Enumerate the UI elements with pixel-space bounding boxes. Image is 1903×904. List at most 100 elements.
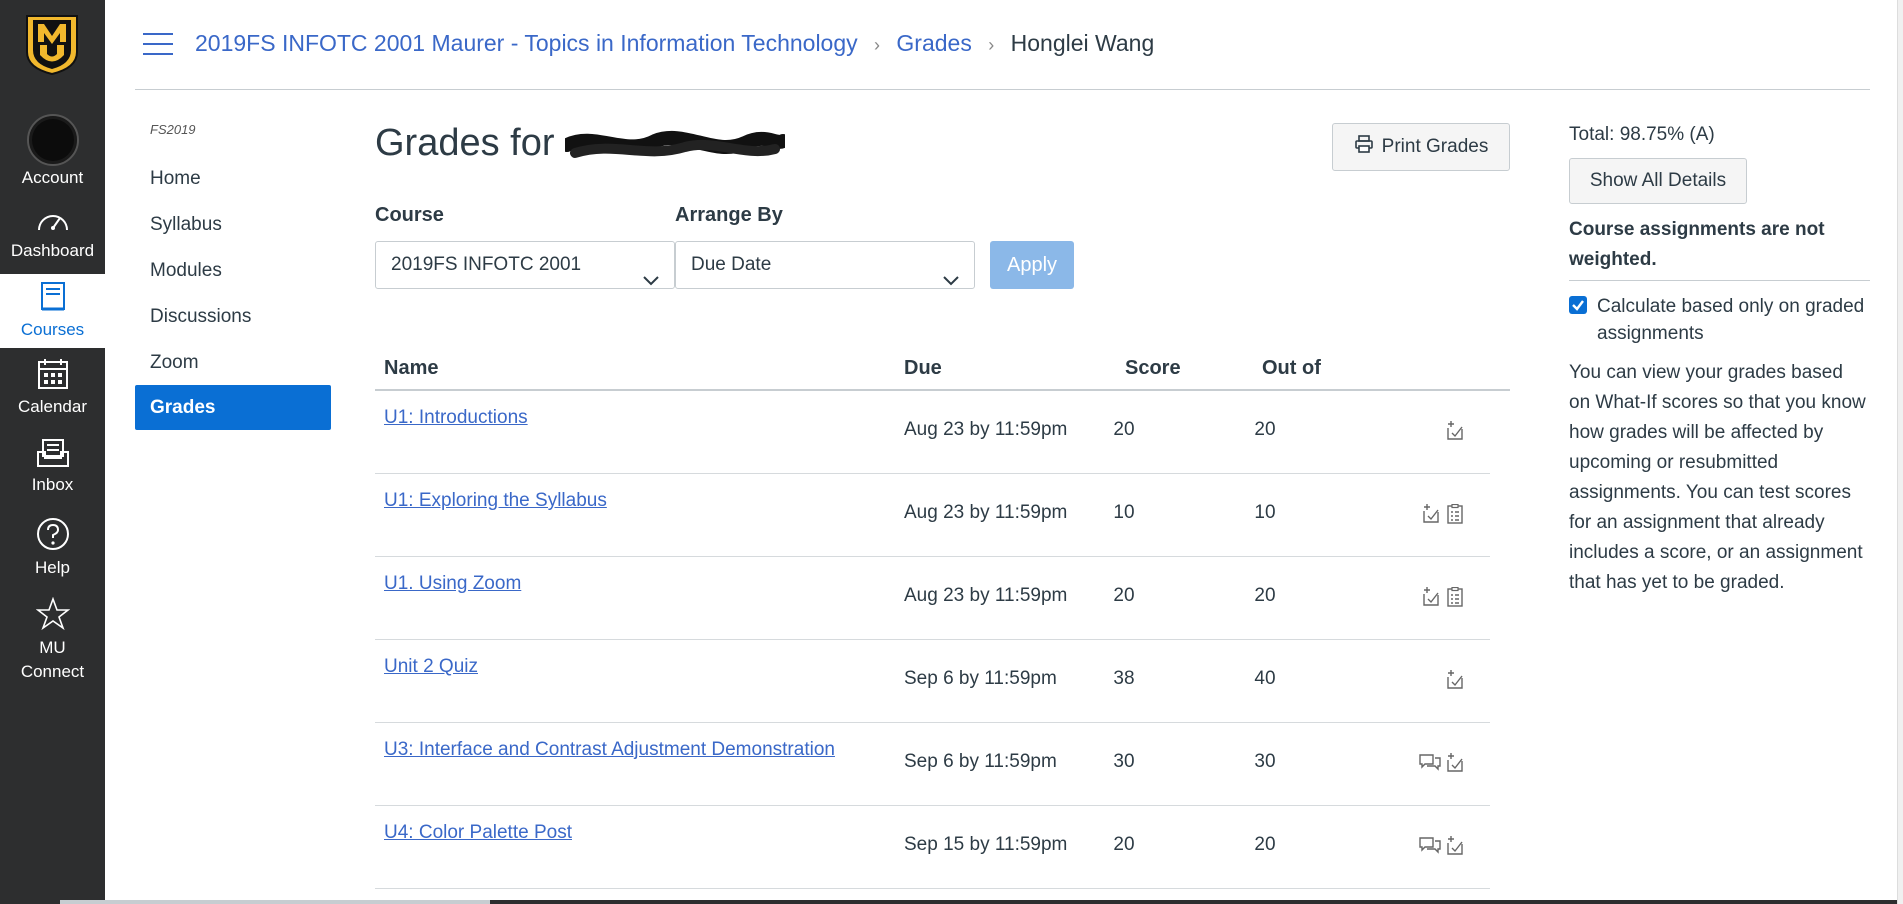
nav-dashboard-label: Dashboard xyxy=(10,241,95,260)
nav-dashboard[interactable]: Dashboard xyxy=(0,208,105,263)
due-date: Sep 15 by 11:59pm xyxy=(904,834,1068,855)
whatif-icon[interactable] xyxy=(1445,753,1465,778)
course-nav-home[interactable]: Home xyxy=(135,156,331,201)
weighting-note: Course assignments are not weighted. xyxy=(1569,219,1825,270)
avatar xyxy=(26,114,79,166)
comment-icon[interactable] xyxy=(1419,836,1441,861)
column-header-out-of: Out of xyxy=(1262,357,1321,379)
score[interactable]: 20 xyxy=(1099,419,1149,441)
score[interactable]: 10 xyxy=(1099,502,1149,524)
nav-help[interactable]: Help xyxy=(0,517,105,580)
arrange-by-value: Due Date xyxy=(691,254,772,275)
course-nav-grades[interactable]: Grades xyxy=(135,385,331,430)
page-title-text: Grades for xyxy=(375,122,555,164)
rubric-icon[interactable] xyxy=(1445,503,1465,529)
arrange-by-label: Arrange By xyxy=(675,204,783,226)
assignment-link[interactable]: U4: Color Palette Post xyxy=(384,822,572,844)
table-row: U1: Exploring the Syllabus Aug 23 by 11:… xyxy=(375,474,1490,557)
apply-button[interactable]: Apply xyxy=(990,241,1074,289)
chevron-down-icon xyxy=(942,259,960,305)
column-header-due: Due xyxy=(904,357,942,379)
assignment-link[interactable]: U3: Interface and Contrast Adjustment De… xyxy=(384,739,835,761)
out-of: 10 xyxy=(1254,502,1276,523)
calendar-icon xyxy=(0,358,105,395)
hamburger-menu-icon[interactable] xyxy=(143,33,173,55)
course-nav-modules[interactable]: Modules xyxy=(135,248,331,293)
table-row: U1. Using Zoom Aug 23 by 11:59pm 20 20 xyxy=(375,557,1490,640)
nav-calendar[interactable]: Calendar xyxy=(0,358,105,419)
vertical-scrollbar[interactable] xyxy=(1897,0,1903,904)
course-nav-zoom[interactable]: Zoom xyxy=(135,340,331,385)
table-row: U4: Color Palette Post Sep 15 by 11:59pm… xyxy=(375,806,1490,889)
out-of: 20 xyxy=(1254,419,1276,440)
table-row: Unit 2 Quiz Sep 6 by 11:59pm 38 40 xyxy=(375,640,1490,723)
header-divider xyxy=(135,89,1870,90)
due-date: Aug 23 by 11:59pm xyxy=(904,502,1068,523)
nav-calendar-label: Calendar xyxy=(18,397,87,416)
nav-courses-label: Courses xyxy=(20,320,85,339)
column-header-name: Name xyxy=(384,357,439,379)
course-select-value: 2019FS INFOTC 2001 xyxy=(391,254,582,275)
sidebar-divider xyxy=(1569,280,1870,281)
course-nav-discussions[interactable]: Discussions xyxy=(135,294,331,339)
mu-logo-icon[interactable] xyxy=(25,14,79,76)
horizontal-scrollbar-thumb[interactable] xyxy=(490,900,1903,904)
breadcrumb-grades[interactable]: Grades xyxy=(896,30,971,56)
column-header-score: Score xyxy=(1125,357,1181,379)
nav-inbox[interactable]: Inbox xyxy=(0,438,105,497)
course-select[interactable]: 2019FS INFOTC 2001 xyxy=(375,241,675,289)
out-of: 20 xyxy=(1254,834,1276,855)
nav-courses[interactable]: Courses xyxy=(0,274,105,348)
print-grades-button[interactable]: Print Grades xyxy=(1332,123,1510,171)
global-nav: Account Dashboard Courses Calendar Inbox… xyxy=(0,0,105,904)
grade-total: Total: 98.75% (A) xyxy=(1569,124,1715,145)
chevron-right-icon: › xyxy=(988,35,995,55)
score[interactable]: 30 xyxy=(1099,751,1149,773)
chevron-down-icon xyxy=(642,259,660,305)
out-of: 20 xyxy=(1254,585,1276,606)
due-date: Aug 23 by 11:59pm xyxy=(904,419,1068,440)
breadcrumb: 2019FS INFOTC 2001 Maurer - Topics in In… xyxy=(195,30,1154,57)
score[interactable]: 38 xyxy=(1099,668,1149,690)
assignment-link[interactable]: U1. Using Zoom xyxy=(384,573,521,595)
whatif-info: You can view your grades based on What-I… xyxy=(1569,362,1866,593)
nav-help-label: Help xyxy=(35,558,70,577)
assignment-link[interactable]: Unit 2 Quiz xyxy=(384,656,478,678)
course-term: FS2019 xyxy=(150,122,196,137)
graded-only-checkbox[interactable] xyxy=(1569,296,1587,314)
arrange-by-select[interactable]: Due Date xyxy=(675,241,975,289)
nav-account[interactable]: Account xyxy=(0,114,105,190)
comment-icon[interactable] xyxy=(1419,753,1441,778)
rubric-icon[interactable] xyxy=(1445,586,1465,612)
breadcrumb-current: Honglei Wang xyxy=(1010,30,1155,56)
nav-mu-connect-label: MU Connect xyxy=(20,638,85,681)
assignment-link[interactable]: U1: Exploring the Syllabus xyxy=(384,490,607,512)
table-row: U1: Introductions Aug 23 by 11:59pm 20 2… xyxy=(375,391,1490,474)
printer-icon xyxy=(1354,134,1374,160)
due-date: Sep 6 by 11:59pm xyxy=(904,751,1057,772)
course-nav-syllabus[interactable]: Syllabus xyxy=(135,202,331,247)
whatif-icon[interactable] xyxy=(1421,504,1441,529)
whatif-icon[interactable] xyxy=(1445,421,1465,446)
whatif-icon[interactable] xyxy=(1421,587,1441,612)
star-icon xyxy=(0,596,105,636)
nav-account-label: Account xyxy=(21,168,84,187)
out-of: 40 xyxy=(1254,668,1276,689)
redacted-name-scribble xyxy=(560,123,791,167)
breadcrumb-course[interactable]: 2019FS INFOTC 2001 Maurer - Topics in In… xyxy=(195,30,858,56)
courses-icon xyxy=(0,281,105,318)
assignment-link[interactable]: U1: Introductions xyxy=(384,407,528,429)
whatif-icon[interactable] xyxy=(1445,670,1465,695)
due-date: Aug 23 by 11:59pm xyxy=(904,585,1068,606)
nav-mu-connect[interactable]: MU Connect xyxy=(0,596,105,684)
graded-only-label[interactable]: Calculate based only on graded assignmen… xyxy=(1597,293,1877,347)
score[interactable]: 20 xyxy=(1099,834,1149,856)
chevron-right-icon: › xyxy=(874,35,881,55)
whatif-icon[interactable] xyxy=(1445,836,1465,861)
score[interactable]: 20 xyxy=(1099,585,1149,607)
show-all-details-button[interactable]: Show All Details xyxy=(1569,158,1747,204)
help-icon xyxy=(0,517,105,556)
page-title: Grades for xyxy=(375,122,791,167)
print-grades-label: Print Grades xyxy=(1381,136,1489,157)
course-select-label: Course xyxy=(375,204,444,226)
